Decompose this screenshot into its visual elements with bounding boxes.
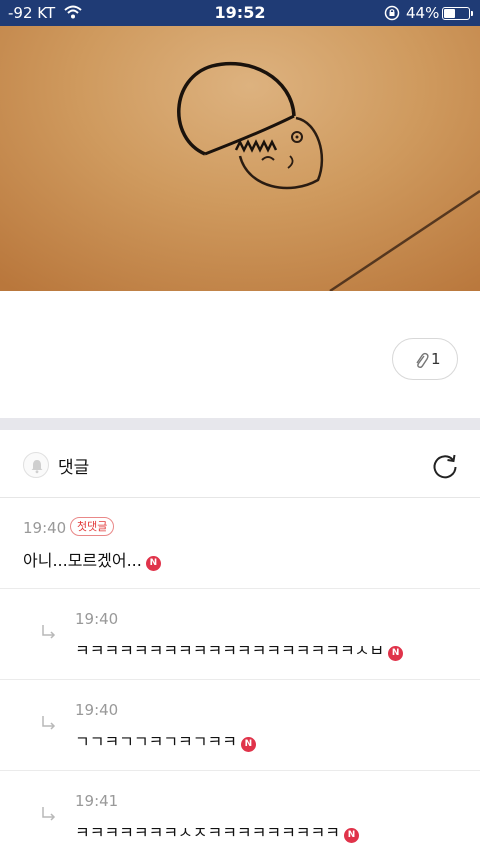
reply-arrow-icon: [42, 625, 56, 639]
comment-body: 아니...모르겠어... N: [23, 547, 161, 571]
new-badge: N: [388, 646, 404, 661]
sketch-drawing: [177, 61, 480, 291]
new-badge: N: [343, 828, 359, 843]
comment-text: 아니...모르겠어...: [23, 551, 142, 570]
status-bar: -92 KT 19:52 44%: [0, 0, 480, 26]
reply-body: ㄱㄱㅋㄱㄱㅋㄱㅋㄱㅋㅋ N: [75, 728, 256, 752]
reply-text: ㅋㅋㅋㅋㅋㅋㅋㅅㅈㅋㅋㅋㅋㅋㅋㅋㅋㅋ: [75, 823, 340, 842]
post-photo[interactable]: [0, 26, 480, 291]
reply-arrow-icon: [42, 807, 56, 821]
paperclip-icon: [416, 352, 429, 368]
reply-arrow-icon: [42, 716, 56, 730]
reply-item[interactable]: 19:41 ㅋㅋㅋㅋㅋㅋㅋㅅㅈㅋㅋㅋㅋㅋㅋㅋㅋㅋ N: [0, 771, 480, 854]
comments-title: 댓글: [58, 458, 90, 478]
reply-time: 19:40: [75, 610, 119, 628]
refresh-icon[interactable]: [431, 452, 459, 480]
reply-time: 19:41: [75, 792, 119, 810]
reply-text: ㄱㄱㅋㄱㄱㅋㄱㅋㄱㅋㅋ: [75, 732, 237, 751]
battery-icon: [442, 7, 473, 20]
new-badge: N: [145, 556, 161, 571]
reply-item[interactable]: 19:40 ㄱㄱㅋㄱㄱㅋㄱㅋㄱㅋㅋ N: [0, 680, 480, 771]
battery-fill: [444, 9, 456, 18]
reply-time: 19:40: [75, 701, 119, 719]
rotation-lock-icon: [384, 5, 400, 21]
bell-icon: [31, 460, 43, 474]
reply-body: ㅋㅋㅋㅋㅋㅋㅋㅋㅋㅋㅋㅋㅋㅋㅋㅋㅋㅋㅋㅅㅂ N: [75, 637, 404, 661]
battery-percent: 44%: [406, 4, 440, 22]
comment-item[interactable]: 19:40 첫댓글 아니...모르겠어... N: [0, 498, 480, 589]
attachment-count: 1: [431, 350, 441, 368]
reply-text: ㅋㅋㅋㅋㅋㅋㅋㅋㅋㅋㅋㅋㅋㅋㅋㅋㅋㅋㅋㅅㅂ: [75, 641, 385, 660]
comment-time: 19:40: [23, 519, 67, 537]
reply-body: ㅋㅋㅋㅋㅋㅋㅋㅅㅈㅋㅋㅋㅋㅋㅋㅋㅋㅋ N: [75, 819, 359, 843]
attachment-button[interactable]: 1: [392, 338, 458, 380]
new-badge: N: [240, 737, 256, 752]
comments-header: 댓글: [0, 430, 480, 498]
reply-item[interactable]: 19:40 ㅋㅋㅋㅋㅋㅋㅋㅋㅋㅋㅋㅋㅋㅋㅋㅋㅋㅋㅋㅅㅂ N: [0, 589, 480, 680]
notification-toggle[interactable]: [23, 452, 49, 478]
first-comment-badge: 첫댓글: [70, 517, 115, 536]
section-divider: [0, 418, 480, 430]
